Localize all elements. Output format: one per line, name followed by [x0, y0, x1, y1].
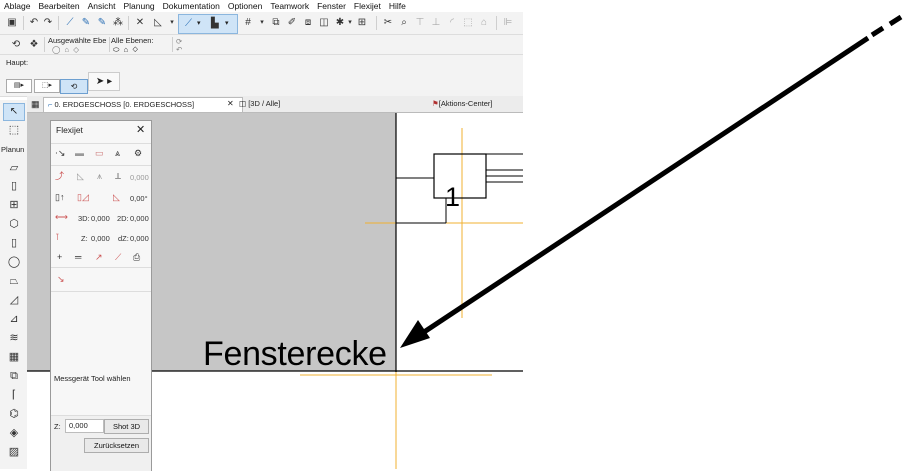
rotation-icon[interactable]: ⟂ [115, 171, 121, 181]
distance-icon[interactable]: ⟷ [55, 212, 68, 222]
z-field-label: Z: [54, 422, 61, 431]
height-marker-icon[interactable]: ▯↑ [55, 192, 64, 202]
measure-line-icon[interactable]: ⟋ [115, 252, 121, 262]
palette-row-distance: ⟷ 3D: 0,000 2D: 0,000 [51, 207, 151, 227]
point-arrow-icon[interactable]: ↘ [57, 274, 65, 284]
level-icon[interactable]: ▬ [75, 148, 84, 158]
2d-label: 2D: [117, 214, 129, 223]
gear-icon[interactable]: ⚙ [134, 148, 142, 158]
ruler-icon[interactable]: ▭ [95, 148, 104, 158]
3d-value: 0,000 [91, 214, 110, 223]
annotation-arrow-head [400, 320, 430, 348]
palette-row-devices: ⋅↘ ▬ ▭ ⩓ ⚙ [51, 143, 151, 164]
dz-label: dZ: [118, 234, 129, 243]
z-value: 0,000 [91, 234, 110, 243]
shot-3d-button[interactable]: Shot 3D [104, 419, 149, 434]
rotate-plan-icon[interactable]: ⤴ [55, 171, 64, 181]
3d-label: 3D: [78, 214, 90, 223]
status-text: Messgerät Tool wählen [54, 374, 131, 383]
palette-row-actions: + ═ ↗ ⟋ ⎙ [51, 247, 151, 268]
export-icon[interactable]: ⎙ [133, 252, 140, 262]
annotation-label: Fensterecke [203, 335, 387, 373]
rotation-value: 0,000 [130, 173, 149, 182]
flexijet-palette: Flexijet ✕ ⋅↘ ▬ ▭ ⩓ ⚙ ⤴ ◺ ⩚ ⟂ 0,000 ▯↑ ▯… [50, 120, 152, 471]
marker-number: 1 [445, 182, 461, 212]
dz-value: 0,000 [130, 234, 149, 243]
vector-icon[interactable]: ↗ [95, 252, 103, 262]
plumb-icon[interactable]: ▯◿ [77, 192, 89, 202]
height-icon[interactable]: ⊺ [55, 232, 60, 242]
rotate-axis-icon[interactable]: ⩚ [97, 171, 102, 181]
palette-row-angle: ▯↑ ▯◿ ◺ 0,00° [51, 187, 151, 207]
annotation-arrow-dash [888, 14, 903, 27]
line-tool-icon[interactable]: ═ [75, 252, 81, 262]
angle-icon[interactable]: ◺ [113, 192, 120, 202]
laser-icon[interactable]: ⋅↘ [55, 148, 65, 158]
rotate-plane-icon[interactable]: ◺ [77, 171, 84, 181]
reset-button[interactable]: Zurücksetzen [84, 438, 149, 453]
annotation-arrow-dash [870, 25, 885, 38]
palette-row-height: ⊺ Z: 0,000 dZ: 0,000 [51, 227, 151, 247]
crosshair-icon[interactable]: + [57, 252, 62, 262]
2d-value: 0,000 [130, 214, 149, 223]
z-label: Z: [81, 234, 88, 243]
angle-value: 0,00° [130, 194, 148, 203]
palette-footer: Z: 0,000 Shot 3D Zurücksetzen [51, 415, 151, 471]
close-icon[interactable]: ✕ [136, 123, 145, 136]
tripod-icon[interactable]: ⩓ [115, 148, 120, 158]
palette-row-rotation: ⤴ ◺ ⩚ ⟂ 0,000 [51, 165, 151, 186]
palette-title: Flexijet [56, 125, 83, 135]
palette-row-extra: ↘ [51, 269, 151, 292]
z-input[interactable]: 0,000 [65, 419, 104, 433]
